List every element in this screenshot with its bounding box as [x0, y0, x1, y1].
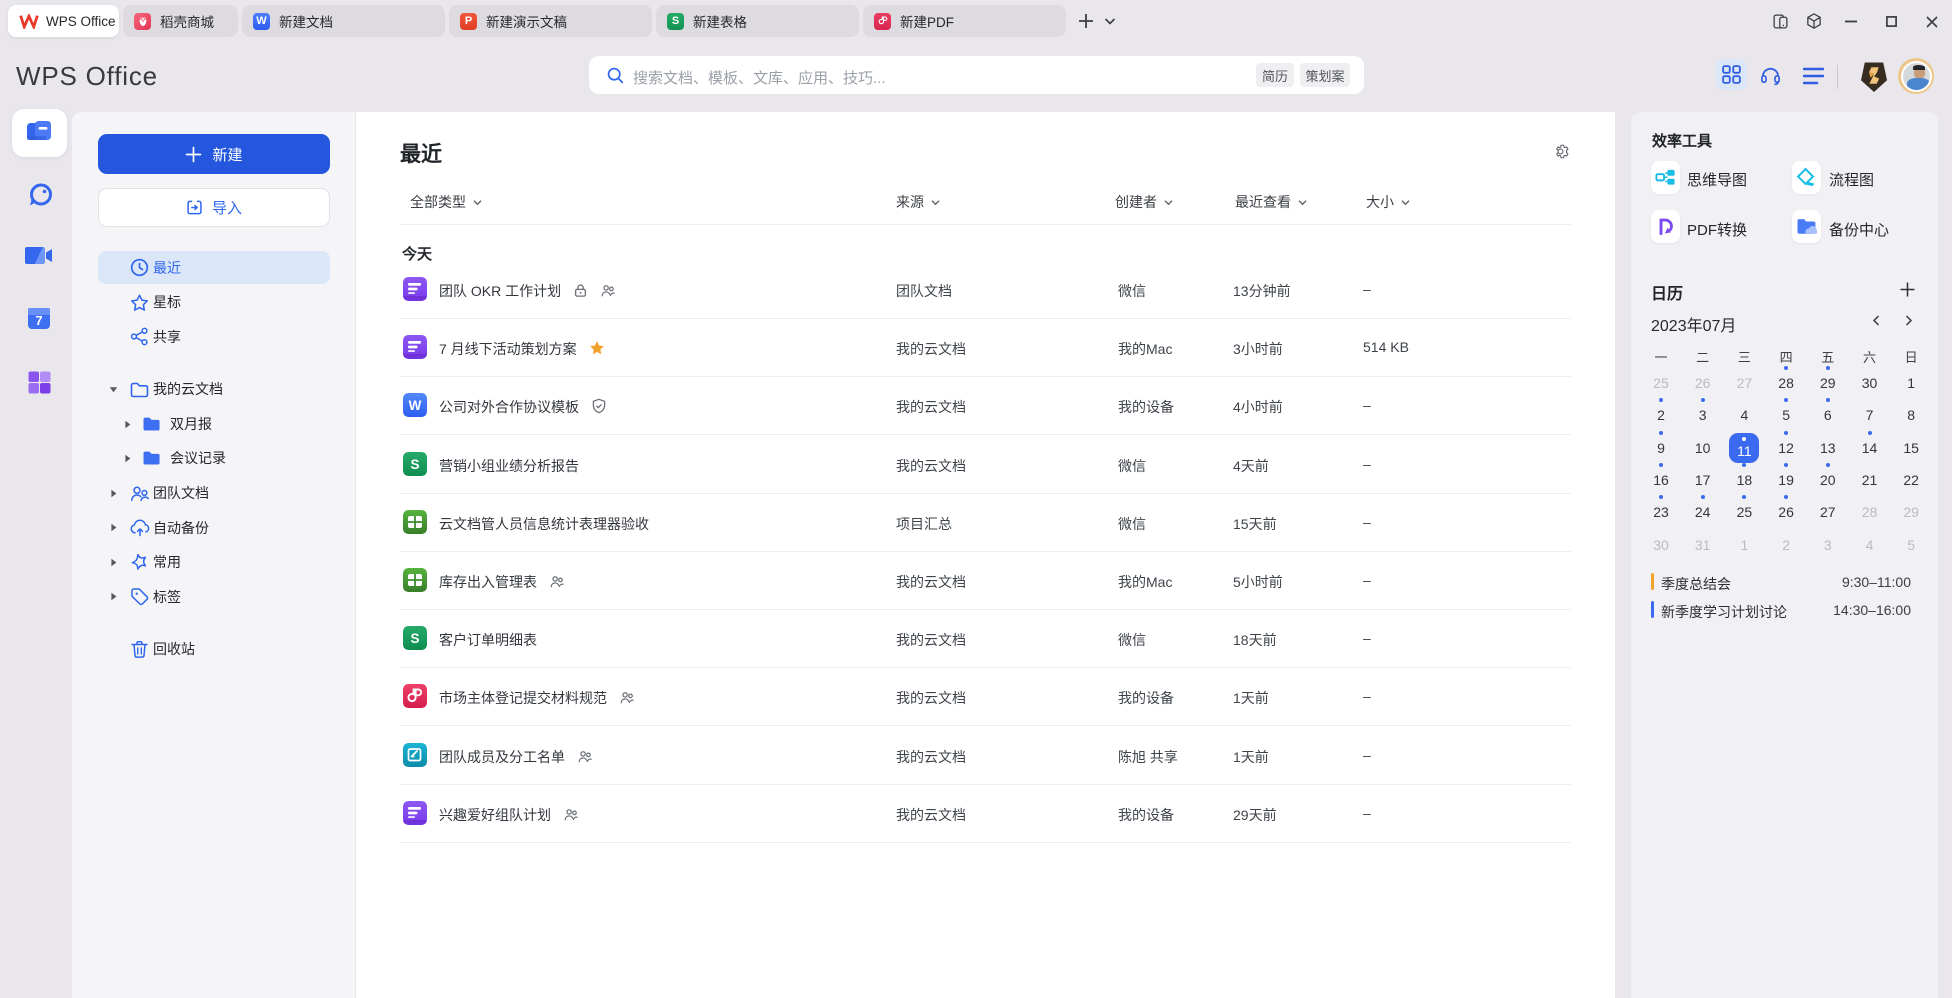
svg-text:S: S	[410, 457, 419, 472]
svg-text:S: S	[410, 631, 419, 646]
svg-text:W: W	[409, 398, 422, 413]
svg-text:7: 7	[35, 313, 42, 328]
